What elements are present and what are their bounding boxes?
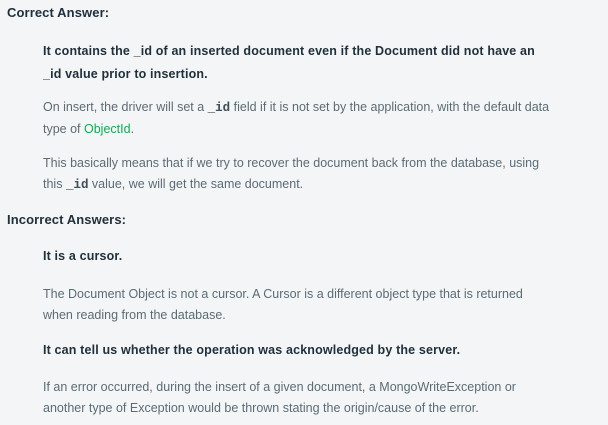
incorrect-answer-2: It can tell us whether the operation was… bbox=[43, 343, 461, 357]
quiz-answer-panel: Correct Answer: It contains the _id of a… bbox=[0, 0, 608, 425]
explanation-text: . bbox=[130, 122, 135, 136]
code-inline-id: _id bbox=[207, 101, 231, 115]
correct-answer-explanation-2: This basically means that if we try to r… bbox=[43, 153, 550, 196]
correct-answer-explanation-1: On insert, the driver will set a _id fie… bbox=[43, 97, 550, 140]
explanation-text: value, we will get the same document. bbox=[88, 177, 304, 191]
incorrect-answer-2-explanation: If an error occurred, during the insert … bbox=[43, 380, 516, 415]
correct-answer-heading: Correct Answer: bbox=[7, 5, 110, 20]
explanation-text: On insert, the driver will set a bbox=[43, 100, 208, 114]
objectid-link[interactable]: ObjectId bbox=[84, 122, 131, 136]
code-inline-id: _id bbox=[65, 178, 89, 192]
correct-answer-text: It contains the _id of an inserted docum… bbox=[43, 44, 535, 81]
incorrect-answer-1-explanation: The Document Object is not a cursor. A C… bbox=[43, 287, 523, 322]
incorrect-answers-heading: Incorrect Answers: bbox=[7, 212, 127, 227]
incorrect-answer-1: It is a cursor. bbox=[43, 249, 123, 263]
